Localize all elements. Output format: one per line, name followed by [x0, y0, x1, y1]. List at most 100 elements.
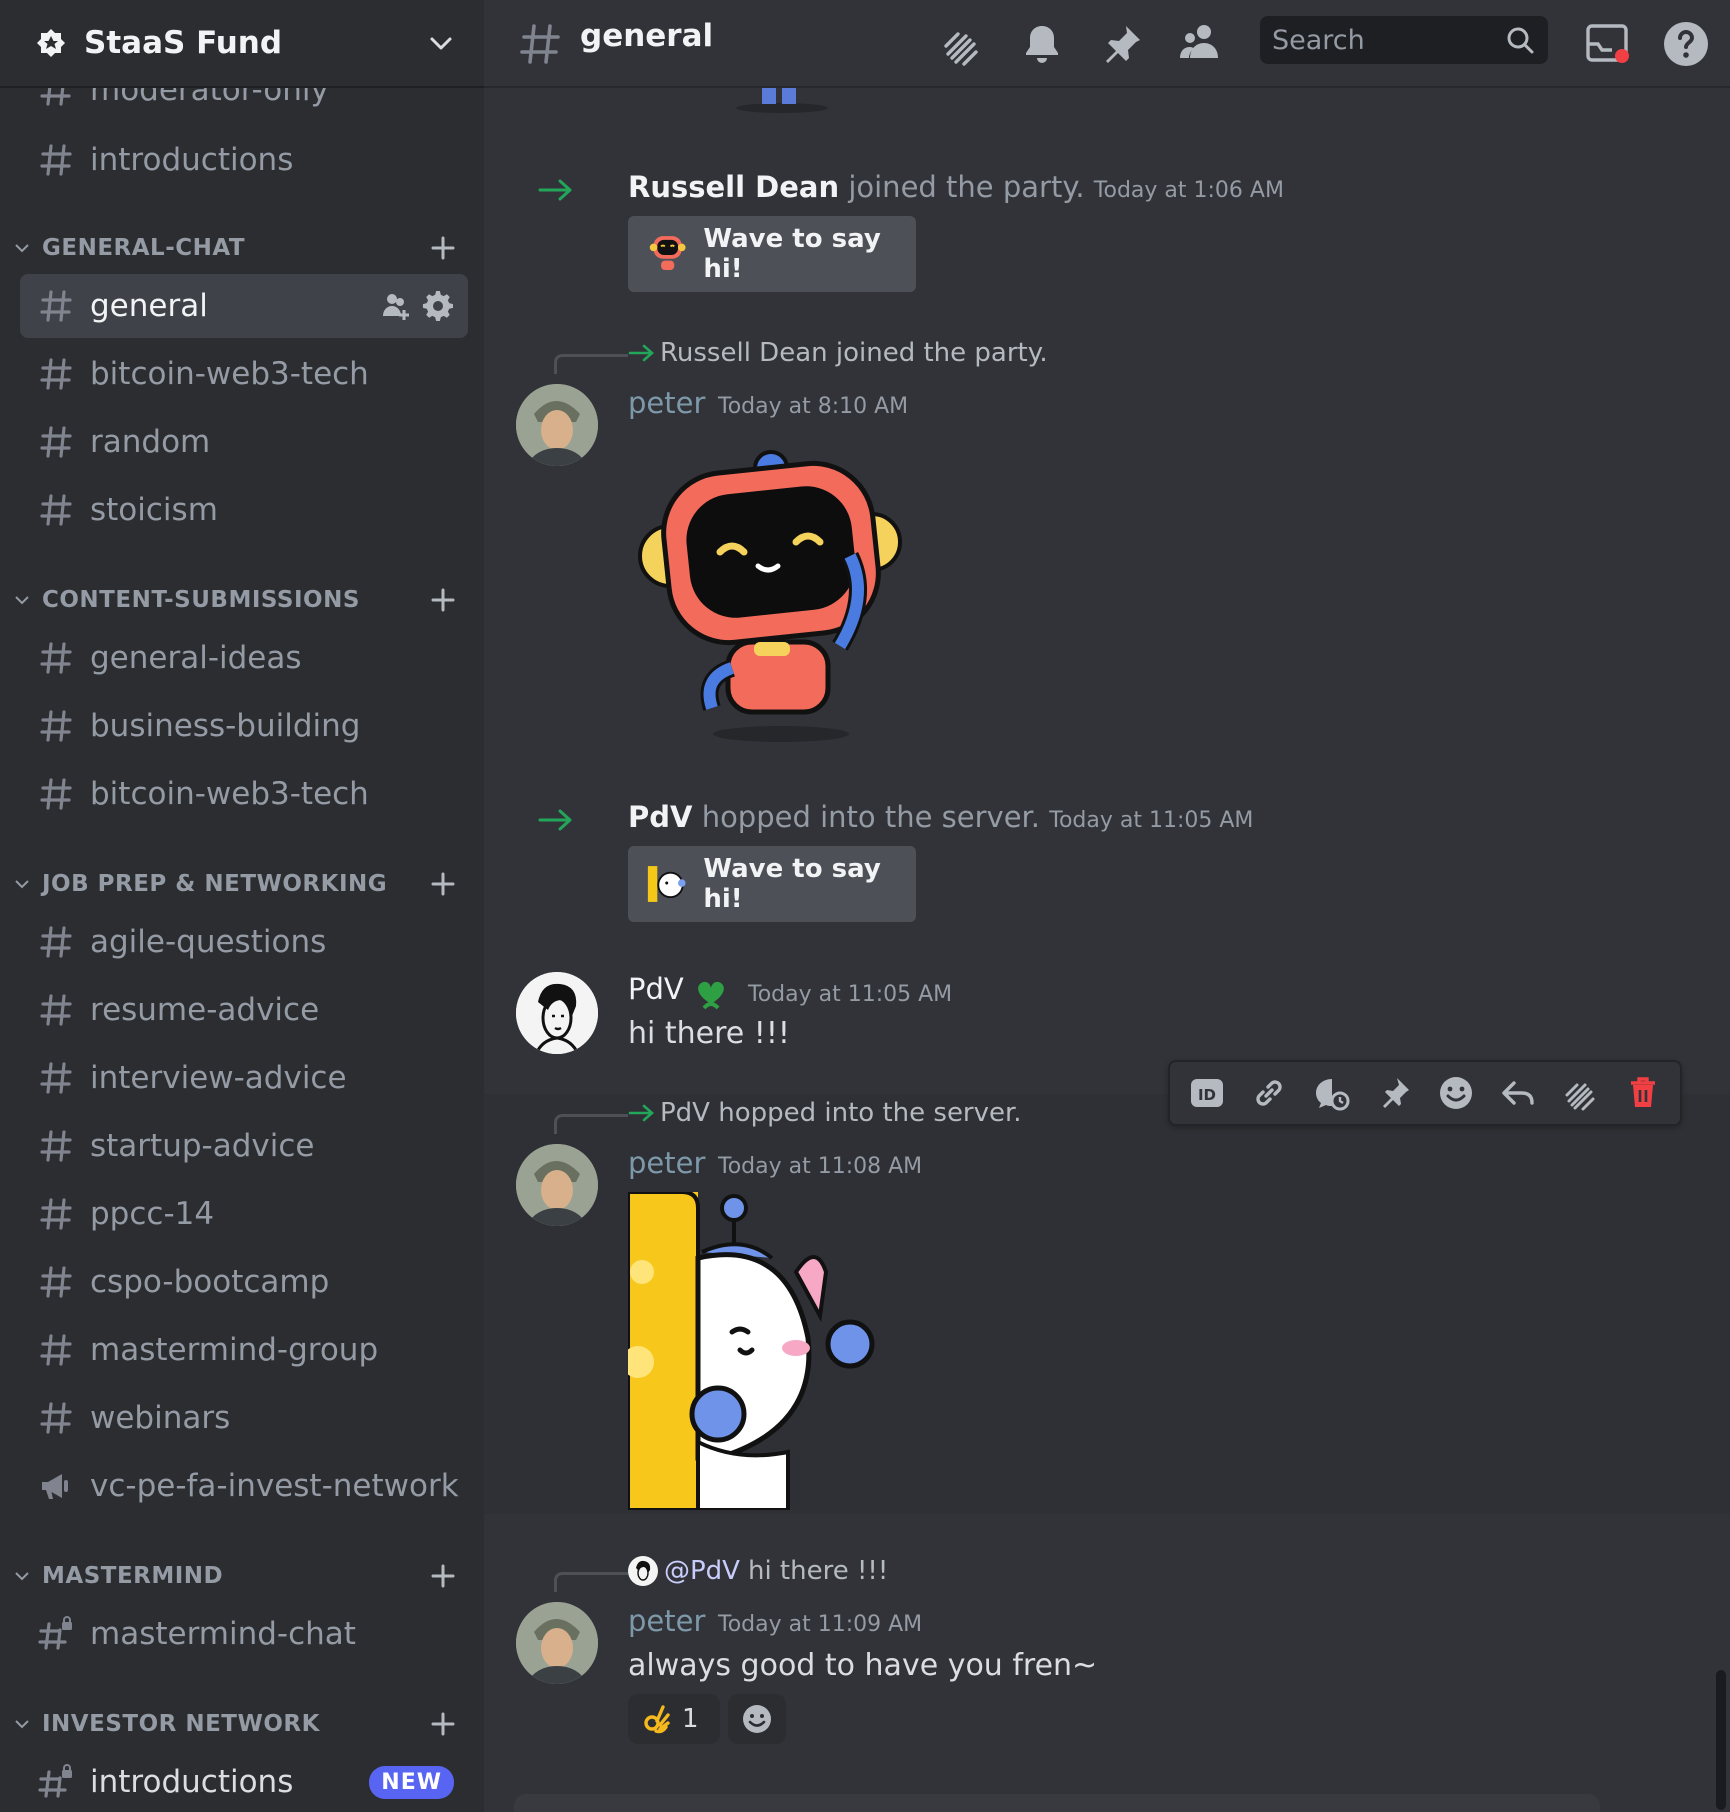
category-general-chat[interactable]: GENERAL-CHAT [12, 228, 472, 268]
wave-button[interactable]: Wave to say hi! [628, 216, 916, 292]
channel-bitcoin-web3-tech-2[interactable]: bitcoin-web3-tech [20, 762, 468, 826]
author-name[interactable]: peter [628, 1604, 705, 1638]
channel-name: mastermind-group [90, 1332, 379, 1368]
chevron-down-icon [15, 596, 29, 605]
threads-icon[interactable] [936, 18, 988, 70]
reply-spine [554, 1572, 628, 1592]
add-channel-icon[interactable] [428, 233, 458, 263]
channel-name: introductions [90, 142, 294, 178]
chevron-down-icon [15, 1572, 29, 1581]
invite-member-icon[interactable] [380, 290, 412, 322]
author-name[interactable]: peter [628, 386, 705, 420]
channel-stoicism[interactable]: stoicism [20, 478, 468, 542]
copy-link-icon[interactable] [1247, 1071, 1291, 1115]
channel-resume-advice[interactable]: resume-advice [20, 978, 468, 1042]
reaction-ok-hand[interactable]: 1 [628, 1694, 720, 1744]
server-header[interactable]: StaaS Fund [0, 0, 484, 88]
reply-icon[interactable] [1496, 1071, 1540, 1115]
add-channel-icon[interactable] [428, 1709, 458, 1739]
channel-interview-advice[interactable]: interview-advice [20, 1046, 468, 1110]
scrollbar[interactable] [1716, 1670, 1726, 1810]
channel-business-building[interactable]: business-building [20, 694, 468, 758]
hash-icon [40, 926, 72, 958]
channel-startup-advice[interactable]: startup-advice [20, 1114, 468, 1178]
reply-text: Russell Dean joined the party. [660, 338, 1048, 368]
add-reaction-button[interactable] [728, 1694, 786, 1744]
channel-random[interactable]: random [20, 410, 468, 474]
channel-ppcc-14[interactable]: ppcc-14 [20, 1182, 468, 1246]
channel-name: random [90, 424, 211, 460]
hash-icon [40, 642, 72, 674]
reply-reference[interactable]: @PdV hi there !!! [628, 1556, 888, 1586]
hash-icon [40, 290, 72, 322]
members-icon[interactable] [1174, 18, 1226, 70]
category-title: CONTENT-SUBMISSIONS [42, 587, 360, 613]
channel-name: cspo-bootcamp [90, 1264, 330, 1300]
message-content: always good to have you fren~ [628, 1648, 1098, 1683]
chevron-down-icon[interactable] [426, 28, 456, 58]
channel-name: resume-advice [90, 992, 320, 1028]
hash-icon [40, 1266, 72, 1298]
channel-cspo-bootcamp[interactable]: cspo-bootcamp [20, 1250, 468, 1314]
avatar[interactable] [516, 1144, 598, 1226]
channel-general-ideas[interactable]: general-ideas [20, 626, 468, 690]
category-content-submissions[interactable]: CONTENT-SUBMISSIONS [12, 580, 472, 620]
channel-agile-questions[interactable]: agile-questions [20, 910, 468, 974]
hash-icon [520, 24, 560, 64]
channel-vc-pe-fa-invest-network[interactable]: vc-pe-fa-invest-network [20, 1454, 468, 1518]
hash-icon [40, 1198, 72, 1230]
avatar[interactable] [516, 384, 598, 466]
category-mastermind[interactable]: MASTERMIND [12, 1556, 472, 1596]
pin-icon[interactable] [1372, 1071, 1416, 1115]
delete-icon[interactable] [1621, 1071, 1665, 1115]
avatar[interactable] [516, 1602, 598, 1684]
add-channel-icon[interactable] [428, 1561, 458, 1591]
author-name[interactable]: peter [628, 1146, 705, 1180]
hash-icon [40, 994, 72, 1026]
category-job-prep-networking[interactable]: JOB PREP & NETWORKING [12, 864, 472, 904]
gear-icon[interactable] [422, 290, 454, 322]
bell-icon[interactable] [1016, 18, 1068, 70]
avatar[interactable] [516, 972, 598, 1054]
mouse-peek-sticker[interactable] [628, 1192, 898, 1510]
wave-button[interactable]: Wave to say hi! [628, 846, 916, 922]
channel-investor-introductions[interactable]: introductions NEW [20, 1750, 468, 1812]
timestamp: Today at 1:06 AM [1093, 178, 1284, 203]
create-thread-icon[interactable] [1310, 1071, 1354, 1115]
author-name[interactable]: PdV [628, 972, 684, 1006]
category-title: MASTERMIND [42, 1563, 224, 1589]
reply-reference[interactable]: PdV hopped into the server. [628, 1098, 1022, 1128]
message-composer[interactable] [514, 1794, 1600, 1812]
channel-name: agile-questions [90, 924, 327, 960]
chat-area: general Search Russell Dean joined the p… [484, 0, 1730, 1812]
search-input[interactable]: Search [1260, 16, 1548, 64]
channel-name: bitcoin-web3-tech [90, 356, 369, 392]
channel-mastermind-chat[interactable]: mastermind-chat [20, 1602, 468, 1666]
robot-wave-sticker[interactable] [636, 446, 906, 746]
join-arrow-icon [628, 344, 654, 362]
joined-user[interactable]: Russell Dean [628, 170, 839, 204]
channel-introductions[interactable]: introductions [20, 128, 468, 192]
threads-icon[interactable] [1559, 1071, 1603, 1115]
channel-sidebar: StaaS Fund moderator-only introductions … [0, 0, 484, 1812]
copy-id-icon[interactable]: ID [1185, 1071, 1229, 1115]
pin-icon[interactable] [1096, 18, 1148, 70]
join-arrow-icon [538, 179, 572, 201]
channel-name: mastermind-chat [90, 1616, 356, 1652]
help-icon[interactable] [1660, 18, 1712, 70]
timestamp: Today at 11:05 AM [1049, 808, 1254, 833]
category-title: INVESTOR NETWORK [42, 1711, 320, 1737]
timestamp: Today at 11:09 AM [718, 1612, 923, 1637]
joined-user[interactable]: PdV [628, 800, 692, 834]
add-channel-icon[interactable] [428, 585, 458, 615]
add-channel-icon[interactable] [428, 869, 458, 899]
channel-general[interactable]: general [20, 274, 468, 338]
add-reaction-icon[interactable] [1434, 1071, 1478, 1115]
channel-webinars[interactable]: webinars [20, 1386, 468, 1450]
category-investor-network[interactable]: INVESTOR NETWORK [12, 1704, 472, 1744]
channel-mastermind-group[interactable]: mastermind-group [20, 1318, 468, 1382]
reply-mention[interactable]: @PdV [664, 1556, 740, 1586]
channel-bitcoin-web3-tech[interactable]: bitcoin-web3-tech [20, 342, 468, 406]
reply-reference[interactable]: Russell Dean joined the party. [628, 338, 1048, 368]
inbox-icon[interactable] [1582, 18, 1634, 70]
